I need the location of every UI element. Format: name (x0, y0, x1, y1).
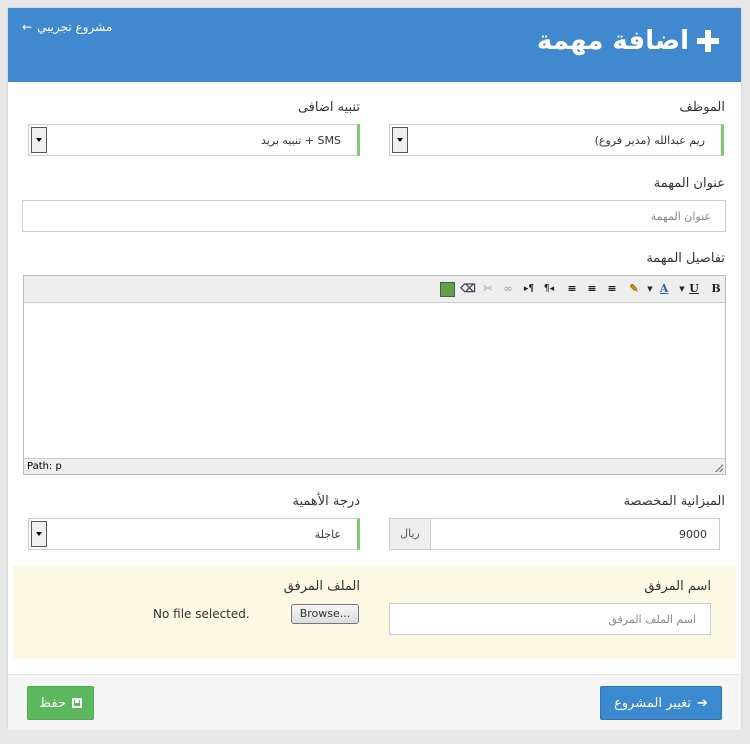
align-left-icon[interactable]: ≡ (564, 281, 580, 297)
alert-select[interactable]: SMS + تنبيه بريد (28, 124, 360, 156)
eraser-icon[interactable]: ⌫ (460, 281, 476, 297)
page-header: ← مشروع تجريبي اضافة مهمة (8, 8, 741, 82)
link-icon[interactable]: ∞ (500, 281, 516, 297)
rich-text-editor[interactable]: B U A ▼ ✎ ▼ ≡ ≡ ≡ ¶◂ ▸¶ ∞ ✂ ⌫ Path: p (23, 275, 726, 475)
attachment-file-label: الملف المرفق (283, 579, 360, 594)
priority-select[interactable]: عاجلة (28, 518, 360, 550)
plus-icon (697, 30, 719, 52)
form-footer: تغيير المشروع ➔ حفظ (8, 674, 741, 730)
budget-input[interactable]: 9000 (430, 518, 720, 550)
align-center-icon[interactable]: ≡ (584, 281, 600, 297)
browse-button[interactable]: Browse... (291, 604, 359, 624)
change-project-label: تغيير المشروع (614, 695, 692, 711)
page-title-text: اضافة مهمة (536, 26, 689, 56)
rtl-direction-icon[interactable]: ¶◂ (541, 281, 557, 297)
image-icon[interactable] (440, 282, 455, 297)
task-details-label: تفاصيل المهمة (646, 251, 725, 266)
form-panel: ← مشروع تجريبي اضافة مهمة الموظف ريم عبد… (8, 8, 741, 730)
priority-label: درجة الأهمية (292, 494, 361, 509)
alert-select-value: SMS + تنبيه بريد (260, 134, 341, 147)
chevron-down-icon[interactable] (392, 127, 408, 153)
editor-path-bar: Path: p (24, 458, 725, 474)
attachment-name-input[interactable]: اسم الملف المرفق (389, 603, 711, 635)
task-title-label: عنوان المهمة (653, 176, 725, 191)
priority-select-value: عاجلة (314, 528, 341, 541)
floppy-disk-icon (71, 698, 82, 708)
bold-button[interactable]: B (708, 281, 724, 297)
employee-select-value: ريم عبدالله (مدير فروع) (594, 134, 705, 147)
unlink-icon[interactable]: ✂ (480, 281, 496, 297)
arrow-left-icon: ← (22, 20, 33, 34)
chevron-down-icon[interactable]: ▼ (642, 281, 658, 297)
budget-label: الميزانية المخصصة (623, 494, 725, 509)
change-project-button[interactable]: تغيير المشروع ➔ (600, 686, 722, 720)
file-status-text: No file selected. (153, 607, 250, 621)
save-label: حفظ (39, 695, 66, 711)
font-color-button[interactable]: A (656, 281, 672, 297)
chevron-down-icon[interactable] (31, 521, 47, 547)
attachment-name-placeholder: اسم الملف المرفق (608, 613, 696, 626)
attachment-name-label: اسم المرفق (644, 579, 711, 594)
align-right-icon[interactable]: ≡ (604, 281, 620, 297)
back-link-label: مشروع تجريبي (37, 20, 113, 34)
page-title: اضافة مهمة (537, 26, 719, 56)
employee-select[interactable]: ريم عبدالله (مدير فروع) (389, 124, 724, 156)
task-title-input[interactable]: عنوان المهمة (22, 200, 726, 232)
chevron-down-icon[interactable] (31, 127, 47, 153)
alert-label: تنبيه اضافى (297, 100, 360, 115)
ltr-direction-icon[interactable]: ▸¶ (521, 281, 537, 297)
chevron-down-icon[interactable]: ▼ (674, 281, 690, 297)
task-title-placeholder: عنوان المهمة (650, 210, 711, 223)
save-button[interactable]: حفظ (27, 686, 94, 720)
arrow-right-icon: ➔ (697, 695, 708, 711)
back-to-project-link[interactable]: ← مشروع تجريبي (22, 20, 112, 34)
budget-value: 9000 (679, 528, 707, 541)
resize-handle-icon[interactable] (715, 464, 723, 472)
currency-addon: ريال (389, 518, 431, 550)
highlight-color-icon[interactable]: ✎ (626, 281, 642, 297)
editor-toolbar: B U A ▼ ✎ ▼ ≡ ≡ ≡ ¶◂ ▸¶ ∞ ✂ ⌫ (24, 276, 725, 303)
employee-label: الموظف (679, 100, 725, 115)
